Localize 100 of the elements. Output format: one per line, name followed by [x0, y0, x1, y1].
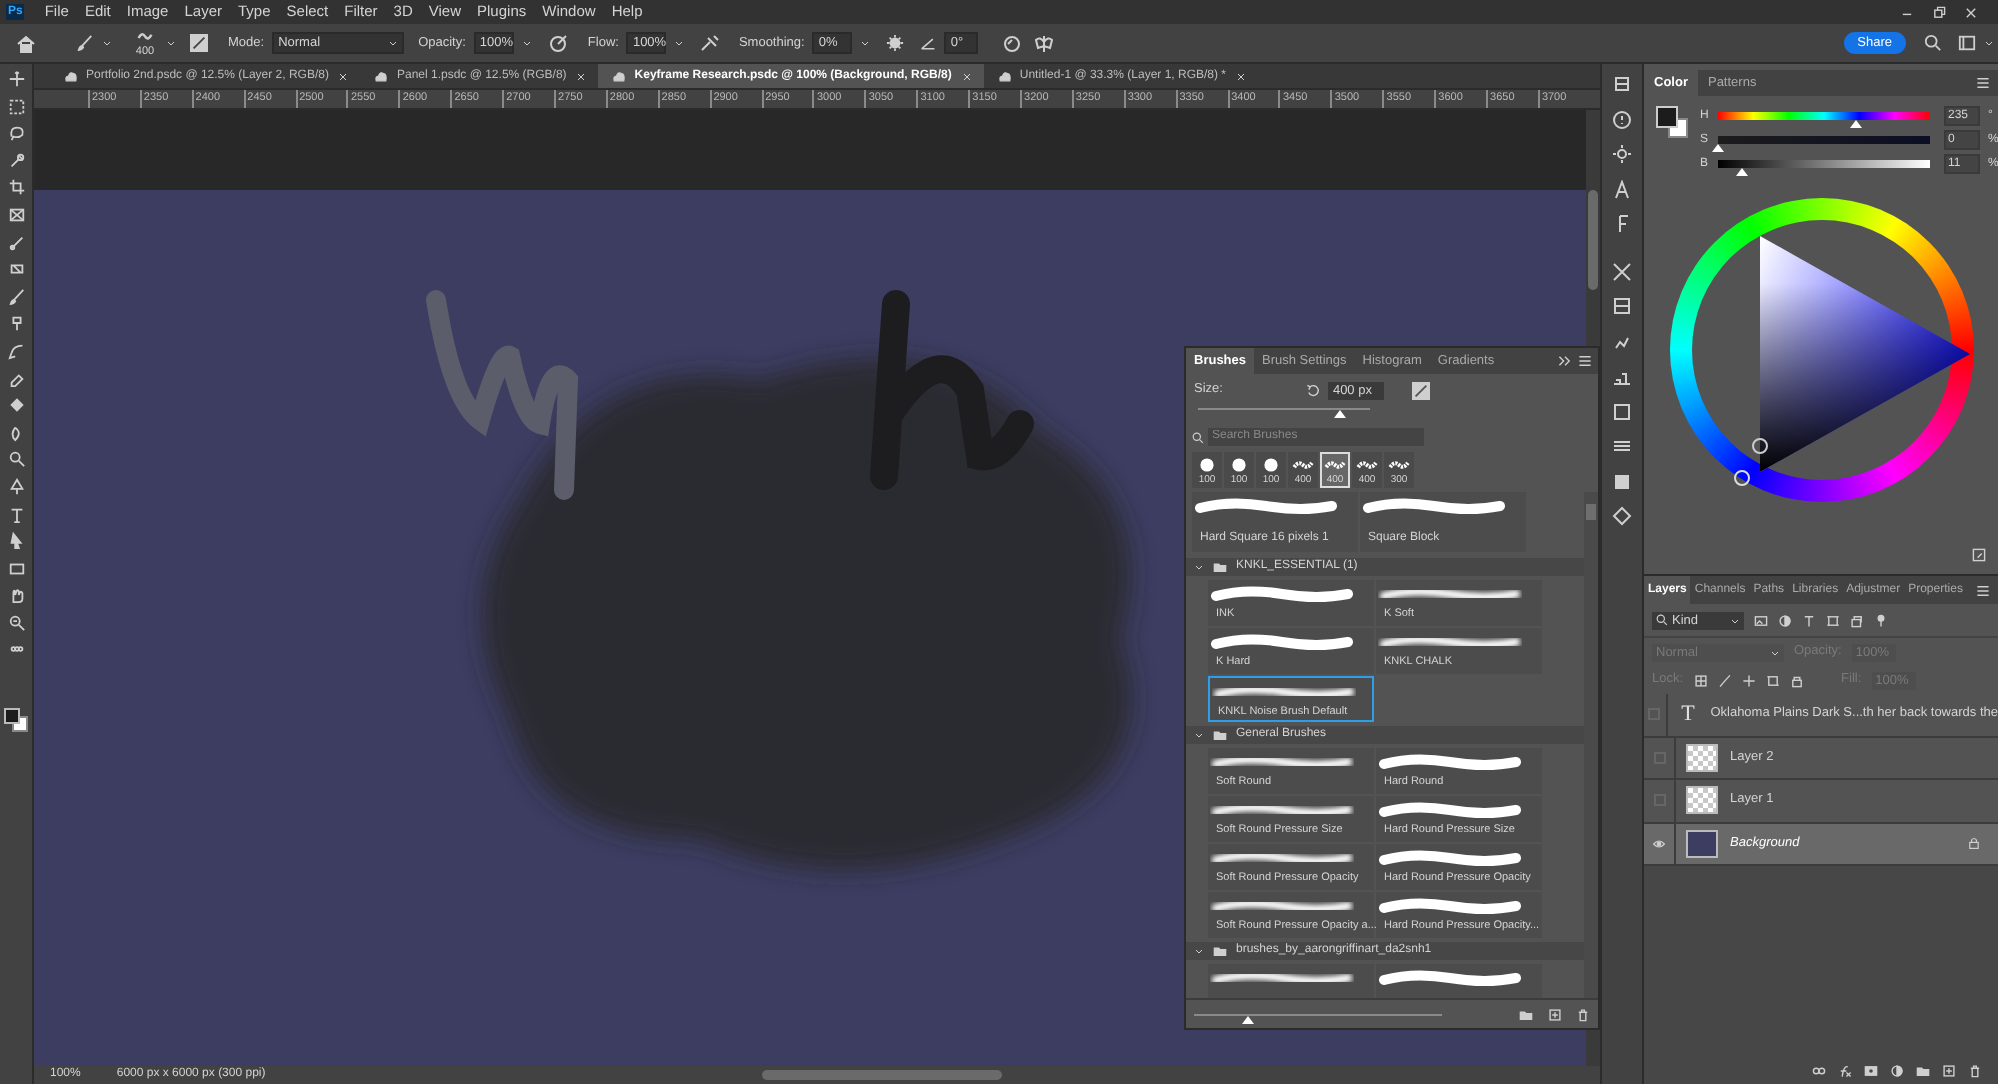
brush-tool-icon[interactable] [76, 34, 94, 52]
trash-icon[interactable] [1576, 1007, 1590, 1021]
horizontal-scrollbar[interactable] [761, 1070, 1002, 1080]
filter-icon[interactable] [1826, 613, 1840, 627]
search-icon[interactable] [1192, 431, 1204, 443]
reset-icon[interactable] [1306, 383, 1321, 397]
new-brush-icon[interactable] [1548, 1007, 1562, 1021]
cloud-icon[interactable] [995, 70, 1014, 82]
close-icon[interactable] [576, 71, 587, 81]
tool-icon[interactable] [7, 314, 25, 333]
slider-thumb[interactable] [1242, 1015, 1255, 1023]
folder-icon[interactable] [1518, 1007, 1534, 1021]
textured-brush-tip-icon [1324, 455, 1346, 473]
pressure-size-icon[interactable] [1002, 33, 1023, 53]
scrollbar[interactable] [1584, 492, 1598, 998]
layer-action-icon[interactable] [1916, 1064, 1930, 1078]
collapse-icon[interactable] [1558, 354, 1572, 368]
slider-thumb[interactable] [1735, 168, 1748, 176]
tool-icon[interactable] [7, 233, 25, 252]
lock-option-icon[interactable] [1765, 673, 1780, 687]
slider-thumb[interactable] [1334, 410, 1347, 418]
search-icon[interactable] [1924, 34, 1942, 52]
lock-option-icon[interactable] [1717, 673, 1732, 687]
tool-icon[interactable] [7, 178, 25, 197]
hue-marker[interactable] [1733, 470, 1749, 486]
round-brush-tip-icon [1260, 455, 1282, 473]
folder-icon[interactable] [1212, 728, 1228, 742]
brush-stroke-preview [1210, 968, 1354, 990]
panel-menu-icon[interactable] [1976, 583, 1990, 597]
text-layer-icon: T [1681, 698, 1695, 731]
panel-icon[interactable] [1612, 179, 1632, 199]
airbrush-icon[interactable] [700, 33, 721, 53]
panel-icon[interactable] [1612, 436, 1632, 456]
layer-action-icon[interactable] [1838, 1064, 1852, 1078]
folder-icon[interactable] [1212, 944, 1228, 958]
brush-stroke-preview [1210, 752, 1354, 774]
filter-icon[interactable] [1850, 613, 1864, 627]
cloud-icon[interactable] [610, 70, 629, 82]
panel-icon[interactable] [1612, 109, 1632, 129]
lock-option-icon[interactable] [1741, 673, 1756, 687]
panel-menu-icon[interactable] [1578, 354, 1592, 368]
lock-option-icon[interactable] [1789, 673, 1804, 687]
symmetry-icon[interactable] [1034, 33, 1055, 53]
panel-icon[interactable] [1612, 74, 1632, 94]
layer-action-icon[interactable] [1942, 1064, 1956, 1078]
tool-icon[interactable] [7, 287, 25, 306]
brush-stroke-preview [1378, 584, 1522, 606]
lock-option-icon[interactable] [1693, 673, 1708, 687]
create-brush-icon[interactable] [1412, 381, 1431, 399]
cloud-icon[interactable] [62, 70, 80, 82]
tool-icon[interactable] [7, 341, 25, 360]
layer-action-icon[interactable] [1812, 1064, 1826, 1078]
close-icon[interactable] [1964, 5, 1978, 19]
search-icon[interactable] [1656, 614, 1668, 626]
layer-action-icon[interactable] [1968, 1064, 1982, 1078]
tool-icon[interactable] [7, 260, 25, 279]
close-icon[interactable] [961, 71, 972, 81]
angle-icon[interactable] [920, 35, 937, 51]
eye-icon[interactable] [1652, 837, 1666, 850]
brush-preset-icon[interactable] [132, 29, 158, 45]
panel-menu-icon[interactable] [1976, 76, 1990, 90]
brush-item[interactable] [1208, 964, 1374, 998]
home-icon[interactable] [16, 33, 36, 53]
filter-icon[interactable] [1754, 613, 1768, 627]
panel-icon[interactable] [1612, 261, 1632, 281]
close-icon[interactable] [1236, 71, 1246, 81]
lock-icon[interactable] [1968, 836, 1980, 851]
tool-icon[interactable] [7, 70, 25, 88]
filter-icon[interactable] [1778, 613, 1792, 627]
slider-thumb[interactable] [1849, 120, 1862, 128]
color-picker-marker[interactable] [1751, 438, 1767, 454]
tool-icon[interactable] [7, 151, 25, 170]
filter-icon[interactable] [1874, 613, 1888, 627]
tool-icon[interactable] [7, 613, 25, 632]
expand-icon[interactable] [1972, 548, 1986, 562]
tool-icon[interactable] [7, 450, 25, 469]
panel-icon[interactable] [1612, 144, 1632, 164]
layer-action-icon[interactable] [1864, 1064, 1878, 1078]
settings-icon[interactable] [886, 34, 905, 52]
cloud-icon[interactable] [372, 70, 391, 82]
tool-icon[interactable] [7, 477, 25, 496]
pressure-opacity-icon[interactable] [547, 33, 568, 53]
workspace-icon[interactable] [1958, 34, 1976, 52]
round-brush-tip-icon [1228, 455, 1250, 473]
filter-icon[interactable] [1802, 613, 1816, 627]
folder-icon[interactable] [1212, 560, 1228, 574]
layer-action-icon[interactable] [1890, 1064, 1904, 1078]
foreground-background-swatch[interactable] [1656, 106, 1688, 138]
color-swatches-icon[interactable] [4, 708, 28, 733]
visibility-toggle[interactable] [1644, 694, 1668, 735]
tool-icon[interactable] [7, 205, 25, 224]
textured-brush-tip-icon [1388, 455, 1410, 473]
brush-panel-toggle-icon[interactable] [190, 34, 208, 52]
restore-icon[interactable] [1932, 5, 1946, 19]
slider-thumb[interactable] [1712, 144, 1724, 152]
panel-icon[interactable] [1612, 401, 1632, 421]
tool-icon[interactable] [7, 505, 25, 523]
panel-icon[interactable] [1612, 296, 1632, 316]
brush-item[interactable] [1376, 964, 1542, 998]
close-icon[interactable] [338, 71, 349, 81]
